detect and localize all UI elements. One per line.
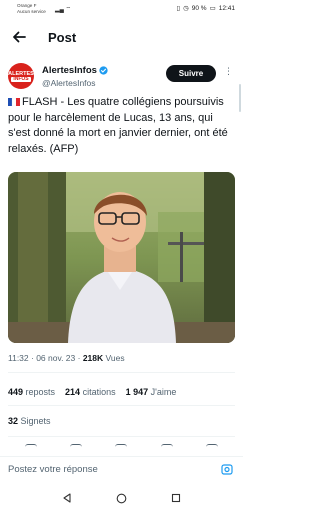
author-name[interactable]: AlertesInfos [42, 65, 108, 76]
tweet-text: FLASH - Les quatre collégiens poursuivis… [8, 95, 238, 157]
avatar-text-bottom: INFOS [11, 75, 31, 82]
vibrate-icon: ▯ [176, 5, 181, 12]
page-title: Post [48, 29, 77, 45]
tweet-author: ALERTES INFOS AlertesInfos @AlertesInfos… [8, 62, 235, 92]
likes-stat[interactable]: 1 947 J'aime [126, 387, 177, 397]
clock: 12:41 [218, 4, 235, 12]
battery-icon: ▭ [209, 5, 216, 12]
arrow-left-icon [13, 31, 26, 43]
tweet-photo[interactable] [8, 172, 235, 343]
boy-portrait-image [8, 172, 235, 343]
nav-home-icon[interactable] [116, 493, 127, 504]
tweet-actions [8, 444, 235, 452]
follow-button[interactable]: Suivre [166, 65, 216, 82]
status-bar: Orange F Aucun service ▂▄ ⌔ ▯ ◷ 90 % ▭ 1… [0, 0, 243, 20]
system-icons: ▯ ◷ 90 % ▭ 12:41 [176, 4, 235, 13]
reposts-stat[interactable]: 449 reposts [8, 387, 55, 397]
tweet-stats: 449 reposts 214 citations 1 947 J'aime [8, 387, 176, 397]
carrier-service: Aucun service [17, 8, 46, 14]
french-flag-icon [8, 98, 20, 106]
bookmarks-stat[interactable]: 32 Signets [8, 416, 51, 426]
reply-icon[interactable] [24, 444, 37, 451]
author-name-text: AlertesInfos [42, 65, 97, 76]
repost-icon[interactable] [70, 444, 83, 451]
reply-bar: Postez votre réponse [0, 456, 243, 481]
bookmarks-label: Signets [18, 416, 51, 426]
reply-input[interactable]: Postez votre réponse [8, 464, 221, 475]
carrier-info: Orange F Aucun service [17, 3, 46, 14]
scrollbar[interactable] [239, 84, 241, 112]
divider [8, 405, 235, 406]
reposts-count: 449 [8, 387, 24, 397]
quotes-count: 214 [65, 387, 81, 397]
page-header: Post [0, 24, 243, 50]
author-handle[interactable]: @AlertesInfos [42, 78, 96, 88]
nav-back-icon[interactable] [62, 493, 72, 503]
reposts-label: reposts [23, 387, 56, 397]
like-icon[interactable] [115, 444, 128, 451]
battery-text: 90 % [191, 4, 207, 12]
avatar[interactable]: ALERTES INFOS [8, 63, 34, 89]
divider [8, 436, 235, 437]
views-count: 218K [82, 353, 104, 363]
nav-recents-icon[interactable] [171, 493, 181, 503]
more-options-icon[interactable]: ⋮ [224, 66, 233, 77]
camera-icon[interactable] [221, 463, 233, 475]
bookmark-icon[interactable] [160, 444, 173, 451]
tweet-timestamp: 11:32 · 06 nov. 23 · 218K Vues [8, 353, 125, 363]
divider [8, 372, 235, 373]
back-button[interactable] [10, 28, 28, 46]
system-nav-bar [0, 484, 243, 512]
tweet-time: 11:32 · 06 nov. 23 · [8, 353, 83, 363]
signal-icon: ▂▄ ⌔ [55, 7, 72, 13]
quotes-stat[interactable]: 214 citations [65, 387, 116, 397]
bookmarks-count: 32 [8, 416, 19, 426]
likes-count: 1 947 [125, 387, 149, 397]
views-label: Vues [103, 353, 125, 363]
alarm-icon: ◷ [183, 5, 189, 12]
likes-label: J'aime [148, 387, 177, 397]
share-icon[interactable] [206, 444, 219, 451]
tweet-body: FLASH - Les quatre collégiens poursuivis… [8, 96, 228, 155]
verified-badge-icon [99, 66, 108, 75]
quotes-label: citations [80, 387, 116, 397]
